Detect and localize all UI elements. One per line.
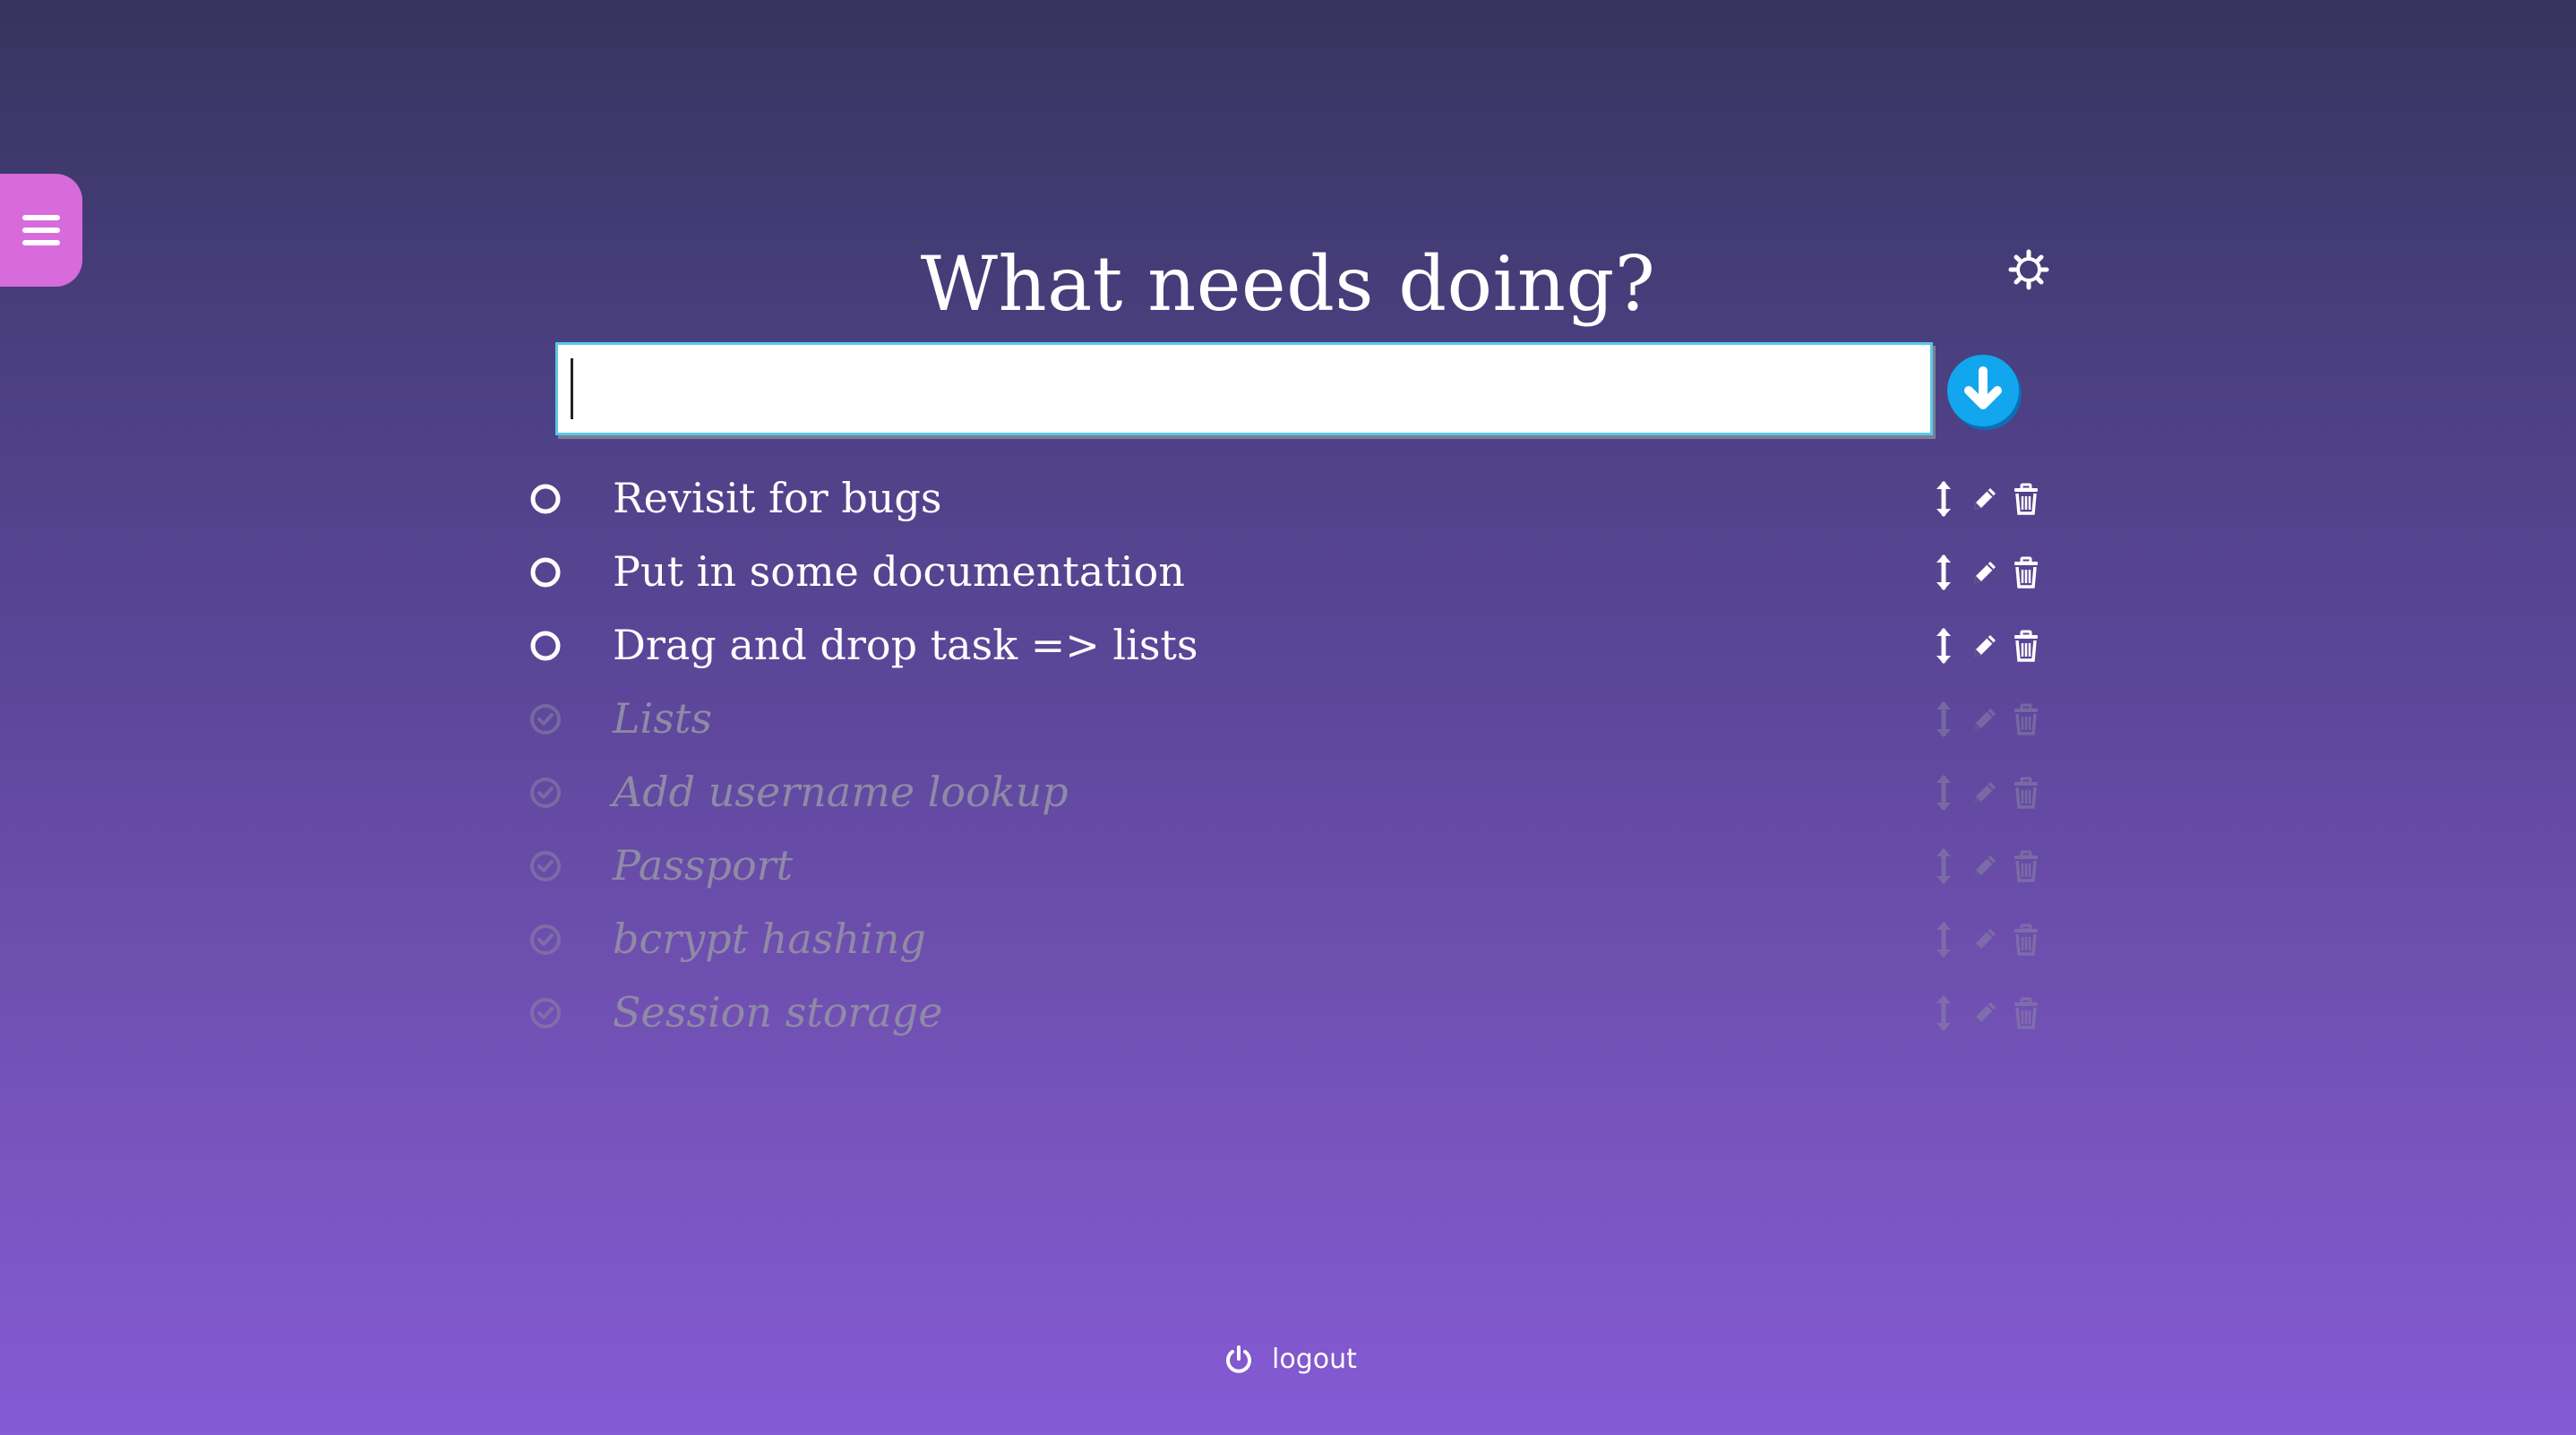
drag-handle-button[interactable] [1928,478,1960,520]
circle-icon [530,631,561,661]
trash-icon [2014,630,2038,662]
check-circle-icon [530,778,561,808]
task-checkbox-checked[interactable] [528,702,562,736]
task-actions [1928,699,2042,740]
edit-task-button[interactable] [1969,992,2001,1034]
trash-icon [2014,483,2038,515]
logout-label: logout [1272,1344,1357,1375]
task-text[interactable]: Drag and drop task => lists [613,616,1198,674]
task-text[interactable]: Revisit for bugs [613,469,941,527]
pencil-icon [1974,562,1996,583]
edit-task-button[interactable] [1969,552,2001,593]
drag-handle-icon [1936,995,1951,1031]
task-text[interactable]: Put in some documentation [613,543,1185,600]
delete-task-button[interactable] [2010,919,2042,960]
drag-handle-button[interactable] [1928,552,1960,593]
check-circle-icon [530,998,561,1028]
edit-task-button[interactable] [1969,919,2001,960]
task-actions [1928,772,2042,813]
delete-task-button[interactable] [2010,992,2042,1034]
task-checkbox-checked[interactable] [528,849,562,883]
delete-task-button[interactable] [2010,478,2042,520]
task-text[interactable]: Session storage [613,984,942,1041]
edit-task-button[interactable] [1969,478,2001,520]
task-text[interactable]: Passport [613,837,793,894]
circle-icon [530,484,561,514]
task-checkbox[interactable] [528,555,562,589]
drag-handle-button[interactable] [1928,919,1960,960]
gear-icon [2008,249,2049,290]
trash-icon [2014,850,2038,882]
drag-handle-icon [1936,628,1951,664]
task-actions [1928,919,2042,960]
task-text[interactable]: bcrypt hashing [613,910,926,967]
drag-handle-button[interactable] [1928,992,1960,1034]
task-actions [1928,552,2042,593]
delete-task-button[interactable] [2010,552,2042,593]
pencil-icon [1974,635,1996,657]
arrow-down-circle-icon [1947,355,2022,430]
task-actions [1928,992,2042,1034]
check-circle-icon [530,851,561,881]
pencil-icon [1974,855,1996,877]
task-item: bcrypt hashing [528,903,2051,976]
logout-button[interactable]: logout [1224,1344,1357,1375]
edit-task-button[interactable] [1969,846,2001,887]
edit-task-button[interactable] [1969,772,2001,813]
task-item: Drag and drop task => lists [528,609,2051,683]
task-item: Session storage [528,976,2051,1050]
task-actions [1928,625,2042,666]
drag-handle-icon [1936,775,1951,811]
trash-icon [2014,703,2038,735]
task-checkbox[interactable] [528,482,562,516]
check-circle-icon [530,924,561,955]
delete-task-button[interactable] [2010,699,2042,740]
drag-handle-button[interactable] [1928,772,1960,813]
drag-handle-icon [1936,554,1951,590]
trash-icon [2014,997,2038,1029]
drag-handle-button[interactable] [1928,699,1960,740]
pencil-icon [1974,929,1996,950]
task-checkbox-checked[interactable] [528,923,562,957]
edit-task-button[interactable] [1969,699,2001,740]
pencil-icon [1974,709,1996,730]
task-checkbox-checked[interactable] [528,776,562,810]
new-task-input[interactable] [555,342,1933,435]
task-item: Add username lookup [528,756,2051,829]
task-actions [1928,478,2042,520]
drag-handle-icon [1936,701,1951,737]
trash-icon [2014,556,2038,589]
task-item: Lists [528,683,2051,756]
circle-icon [530,557,561,588]
delete-task-button[interactable] [2010,625,2042,666]
delete-task-button[interactable] [2010,846,2042,887]
drag-handle-icon [1936,848,1951,884]
task-item: Passport [528,829,2051,903]
drag-handle-button[interactable] [1928,846,1960,887]
settings-button[interactable] [2006,247,2051,292]
task-text[interactable]: Lists [613,690,712,747]
drag-handle-button[interactable] [1928,625,1960,666]
power-icon [1226,1345,1251,1373]
pencil-icon [1974,488,1996,510]
task-text[interactable]: Add username lookup [613,763,1069,821]
task-checkbox[interactable] [528,629,562,663]
trash-icon [2014,777,2038,809]
task-list: Revisit for bugs Put in some documentatio… [528,462,2051,1050]
trash-icon [2014,924,2038,956]
pencil-icon [1974,782,1996,803]
check-circle-icon [530,704,561,735]
drag-handle-icon [1936,481,1951,517]
task-item: Put in some documentation [528,536,2051,609]
page-title: What needs doing? [920,240,1656,328]
task-checkbox-checked[interactable] [528,996,562,1030]
task-actions [1928,846,2042,887]
add-task-button[interactable] [1945,353,2022,430]
pencil-icon [1974,1002,1996,1024]
drag-handle-icon [1936,922,1951,958]
edit-task-button[interactable] [1969,625,2001,666]
delete-task-button[interactable] [2010,772,2042,813]
task-item: Revisit for bugs [528,462,2051,536]
